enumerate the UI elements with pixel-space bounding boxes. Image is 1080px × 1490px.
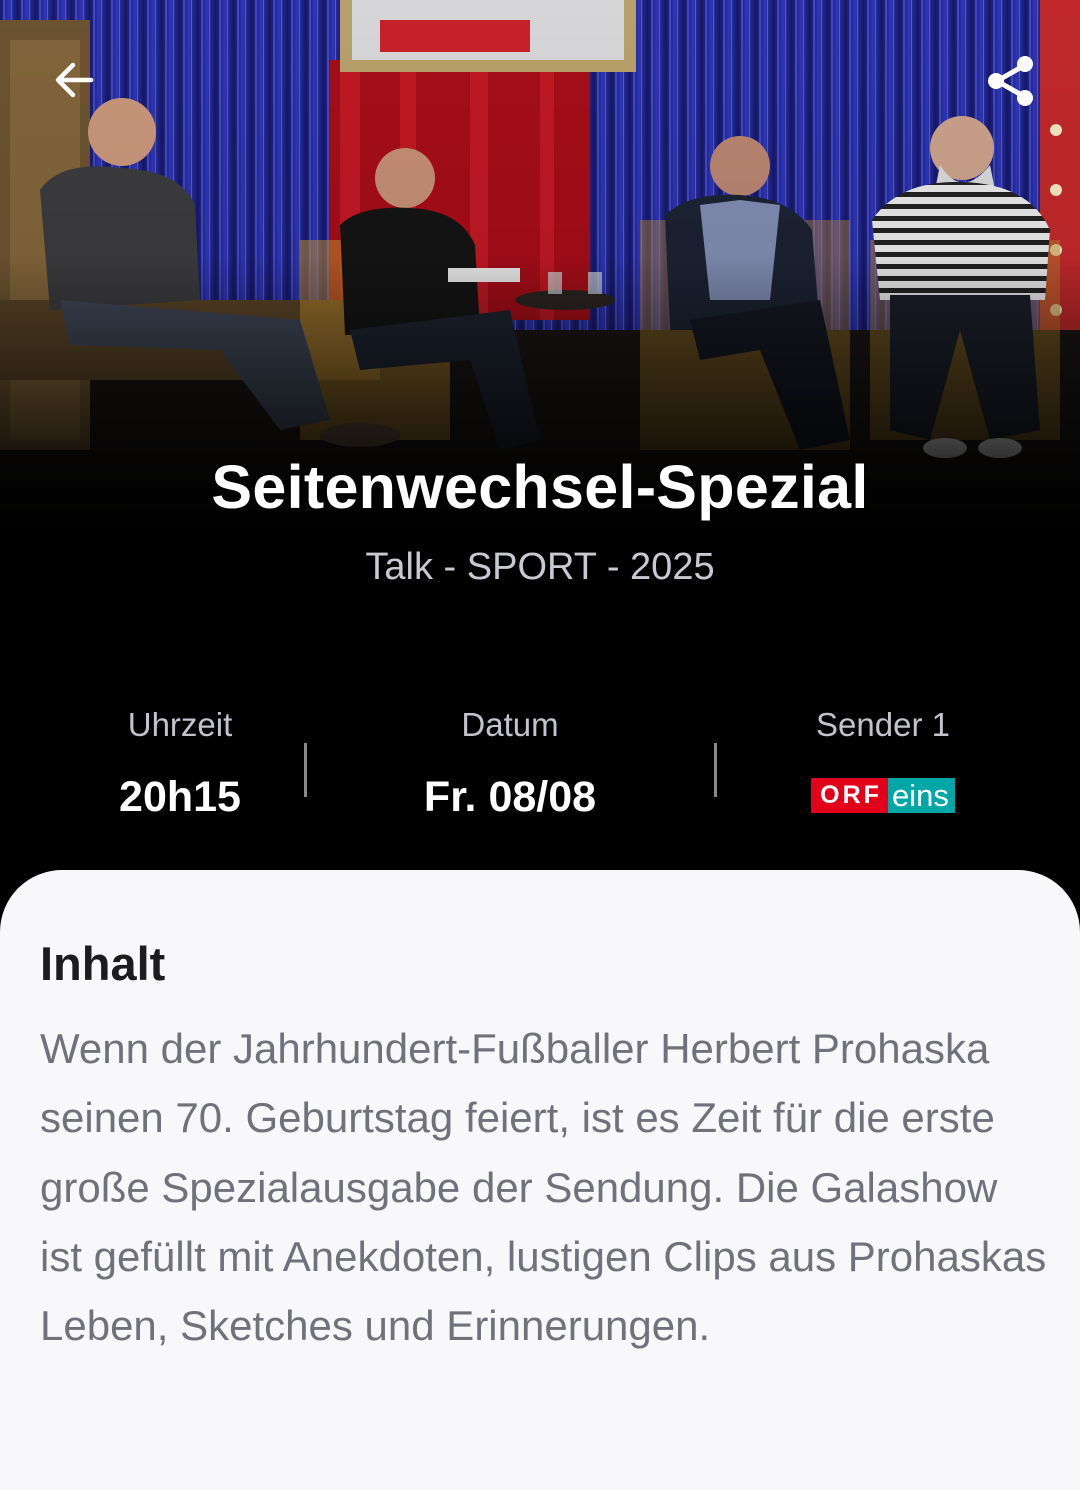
date-value: Fr. 08/08 [423, 773, 597, 821]
date-info: Datum Fr. 08/08 [360, 700, 660, 830]
date-label: Datum [461, 706, 559, 743]
time-label: Uhrzeit [127, 706, 233, 743]
hero-image-area: Seitenwechsel-Spezial Talk - SPORT - 202… [0, 0, 1080, 640]
time-info: Uhrzeit 20h15 [50, 700, 310, 830]
content-card: Inhalt Wenn der Jahrhundert-Fußballer He… [0, 870, 1080, 1490]
logo-eins-text: eins [887, 778, 955, 813]
show-meta: Talk - SPORT - 2025 [365, 546, 715, 588]
show-description: Wenn der Jahrhundert-Fußballer Herbert P… [40, 1025, 1047, 1350]
hero-gradient-overlay [0, 0, 1080, 640]
section-heading: Inhalt [40, 937, 166, 990]
back-button[interactable] [44, 50, 104, 110]
share-icon [988, 56, 1033, 106]
arrow-left-icon [55, 62, 94, 98]
channel-label: Sender 1 [816, 706, 950, 743]
share-button[interactable] [980, 50, 1042, 112]
logo-orf-text: ORF [811, 778, 888, 813]
orf-eins-logo: ORF eins [811, 778, 955, 813]
info-divider [714, 743, 717, 797]
broadcast-info: Uhrzeit 20h15 Datum Fr. 08/08 Sender 1 O… [0, 700, 1080, 830]
show-title: Seitenwechsel-Spezial [211, 453, 869, 521]
channel-info: Sender 1 ORF eins [753, 700, 1013, 830]
info-divider [304, 743, 307, 797]
time-value: 20h15 [119, 773, 241, 821]
